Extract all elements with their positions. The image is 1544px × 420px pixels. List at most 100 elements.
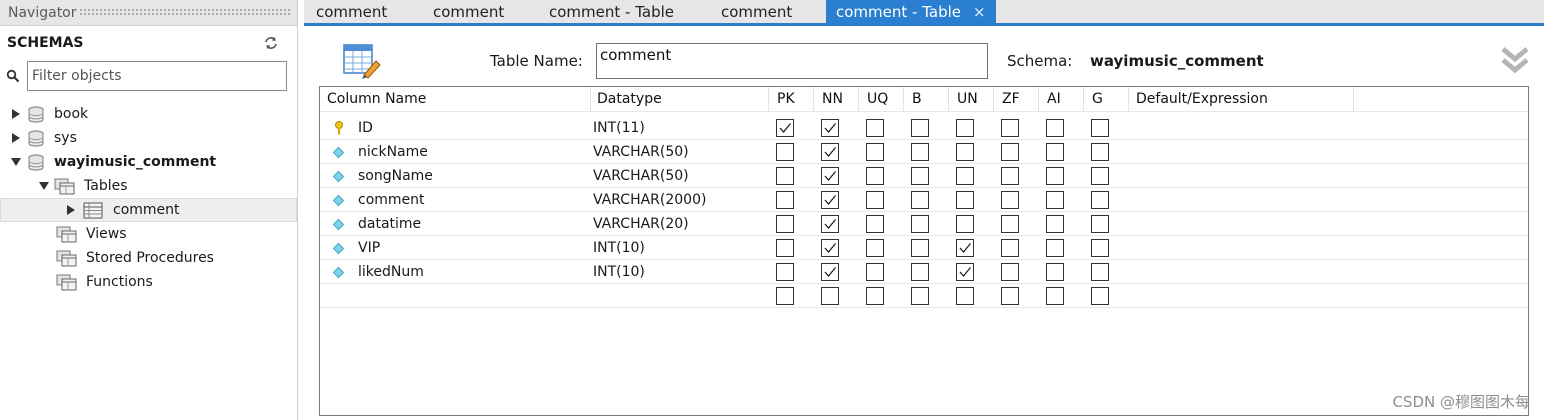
close-tab-icon[interactable]: × bbox=[973, 3, 986, 21]
expand-arrow-icon[interactable] bbox=[65, 204, 77, 216]
uq-checkbox[interactable] bbox=[866, 287, 884, 305]
header-g[interactable]: G bbox=[1092, 87, 1103, 111]
table-row[interactable]: songName VARCHAR(50) bbox=[320, 164, 1528, 188]
ai-checkbox[interactable] bbox=[1046, 239, 1064, 257]
pk-checkbox[interactable] bbox=[776, 287, 794, 305]
tree-item-stored-procedures[interactable]: Stored Procedures bbox=[0, 246, 297, 270]
zf-checkbox[interactable] bbox=[1001, 143, 1019, 161]
pk-checkbox[interactable] bbox=[776, 143, 794, 161]
table-row-new[interactable] bbox=[320, 284, 1528, 308]
nn-checkbox[interactable] bbox=[821, 167, 839, 185]
column-name-cell[interactable]: songName bbox=[320, 164, 433, 188]
un-checkbox[interactable] bbox=[956, 239, 974, 257]
uq-checkbox[interactable] bbox=[866, 239, 884, 257]
zf-checkbox[interactable] bbox=[1001, 119, 1019, 137]
header-default-expression[interactable]: Default/Expression bbox=[1136, 87, 1268, 111]
tree-item-sys[interactable]: sys bbox=[0, 126, 297, 150]
uq-checkbox[interactable] bbox=[866, 215, 884, 233]
filter-objects-input[interactable] bbox=[27, 61, 287, 91]
datatype-cell[interactable]: VARCHAR(2000) bbox=[593, 188, 706, 212]
un-checkbox[interactable] bbox=[956, 143, 974, 161]
header-ai[interactable]: AI bbox=[1047, 87, 1061, 111]
nn-checkbox[interactable] bbox=[821, 191, 839, 209]
b-checkbox[interactable] bbox=[911, 287, 929, 305]
header-b[interactable]: B bbox=[912, 87, 922, 111]
datatype-cell[interactable]: INT(10) bbox=[593, 260, 645, 284]
column-name-cell[interactable]: nickName bbox=[320, 140, 428, 164]
refresh-icon[interactable] bbox=[263, 36, 279, 50]
table-row[interactable]: datatime VARCHAR(20) bbox=[320, 212, 1528, 236]
b-checkbox[interactable] bbox=[911, 191, 929, 209]
b-checkbox[interactable] bbox=[911, 143, 929, 161]
expand-arrow-icon[interactable] bbox=[10, 108, 22, 120]
header-uq[interactable]: UQ bbox=[867, 87, 888, 111]
un-checkbox[interactable] bbox=[956, 215, 974, 233]
column-name-cell[interactable]: likedNum bbox=[320, 260, 424, 284]
tree-item-wayimusic-comment[interactable]: wayimusic_comment bbox=[0, 150, 297, 174]
header-un[interactable]: UN bbox=[957, 87, 978, 111]
uq-checkbox[interactable] bbox=[866, 167, 884, 185]
datatype-cell[interactable]: VARCHAR(50) bbox=[593, 140, 689, 164]
tree-item-table-comment[interactable]: comment bbox=[0, 198, 297, 222]
datatype-cell[interactable]: VARCHAR(20) bbox=[593, 212, 689, 236]
ai-checkbox[interactable] bbox=[1046, 119, 1064, 137]
uq-checkbox[interactable] bbox=[866, 263, 884, 281]
tree-item-functions[interactable]: Functions bbox=[0, 270, 297, 294]
tab-comment-3[interactable]: comment bbox=[709, 0, 826, 23]
g-checkbox[interactable] bbox=[1091, 119, 1109, 137]
g-checkbox[interactable] bbox=[1091, 215, 1109, 233]
g-checkbox[interactable] bbox=[1091, 287, 1109, 305]
column-name-cell[interactable]: ID bbox=[320, 116, 373, 140]
column-name-cell[interactable]: comment bbox=[320, 188, 425, 212]
table-row[interactable]: VIP INT(10) bbox=[320, 236, 1528, 260]
zf-checkbox[interactable] bbox=[1001, 287, 1019, 305]
panel-grip[interactable] bbox=[78, 8, 291, 17]
g-checkbox[interactable] bbox=[1091, 143, 1109, 161]
nn-checkbox[interactable] bbox=[821, 239, 839, 257]
ai-checkbox[interactable] bbox=[1046, 287, 1064, 305]
pk-checkbox[interactable] bbox=[776, 239, 794, 257]
un-checkbox[interactable] bbox=[956, 287, 974, 305]
uq-checkbox[interactable] bbox=[866, 143, 884, 161]
table-row[interactable]: ID INT(11) bbox=[320, 116, 1528, 140]
table-row[interactable]: nickName VARCHAR(50) bbox=[320, 140, 1528, 164]
zf-checkbox[interactable] bbox=[1001, 239, 1019, 257]
expand-arrow-icon[interactable] bbox=[10, 132, 22, 144]
tab-comment-table-active[interactable]: comment - Table × bbox=[826, 0, 996, 23]
column-name-cell[interactable]: datatime bbox=[320, 212, 421, 236]
table-row[interactable]: comment VARCHAR(2000) bbox=[320, 188, 1528, 212]
pk-checkbox[interactable] bbox=[776, 167, 794, 185]
collapse-arrow-icon[interactable] bbox=[38, 180, 50, 192]
tree-item-tables[interactable]: Tables bbox=[0, 174, 297, 198]
header-zf[interactable]: ZF bbox=[1002, 87, 1020, 111]
ai-checkbox[interactable] bbox=[1046, 167, 1064, 185]
datatype-cell[interactable]: VARCHAR(50) bbox=[593, 164, 689, 188]
g-checkbox[interactable] bbox=[1091, 239, 1109, 257]
tab-comment-table-1[interactable]: comment - Table bbox=[537, 0, 709, 23]
nn-checkbox[interactable] bbox=[821, 119, 839, 137]
header-pk[interactable]: PK bbox=[777, 87, 795, 111]
header-nn[interactable]: NN bbox=[822, 87, 843, 111]
tab-comment-1[interactable]: comment bbox=[304, 0, 421, 23]
nn-checkbox[interactable] bbox=[821, 263, 839, 281]
column-name-cell[interactable]: VIP bbox=[320, 236, 380, 260]
header-datatype[interactable]: Datatype bbox=[597, 87, 662, 111]
zf-checkbox[interactable] bbox=[1001, 167, 1019, 185]
zf-checkbox[interactable] bbox=[1001, 263, 1019, 281]
pk-checkbox[interactable] bbox=[776, 215, 794, 233]
pk-checkbox[interactable] bbox=[776, 119, 794, 137]
header-column-name[interactable]: Column Name bbox=[327, 87, 426, 111]
un-checkbox[interactable] bbox=[956, 191, 974, 209]
datatype-cell[interactable]: INT(10) bbox=[593, 236, 645, 260]
b-checkbox[interactable] bbox=[911, 167, 929, 185]
ai-checkbox[interactable] bbox=[1046, 191, 1064, 209]
tree-item-views[interactable]: Views bbox=[0, 222, 297, 246]
datatype-cell[interactable]: INT(11) bbox=[593, 116, 645, 140]
b-checkbox[interactable] bbox=[911, 239, 929, 257]
g-checkbox[interactable] bbox=[1091, 191, 1109, 209]
un-checkbox[interactable] bbox=[956, 263, 974, 281]
nn-checkbox[interactable] bbox=[821, 143, 839, 161]
tree-item-book[interactable]: book bbox=[0, 102, 297, 126]
zf-checkbox[interactable] bbox=[1001, 215, 1019, 233]
double-chevron-down-icon[interactable] bbox=[1500, 44, 1530, 76]
